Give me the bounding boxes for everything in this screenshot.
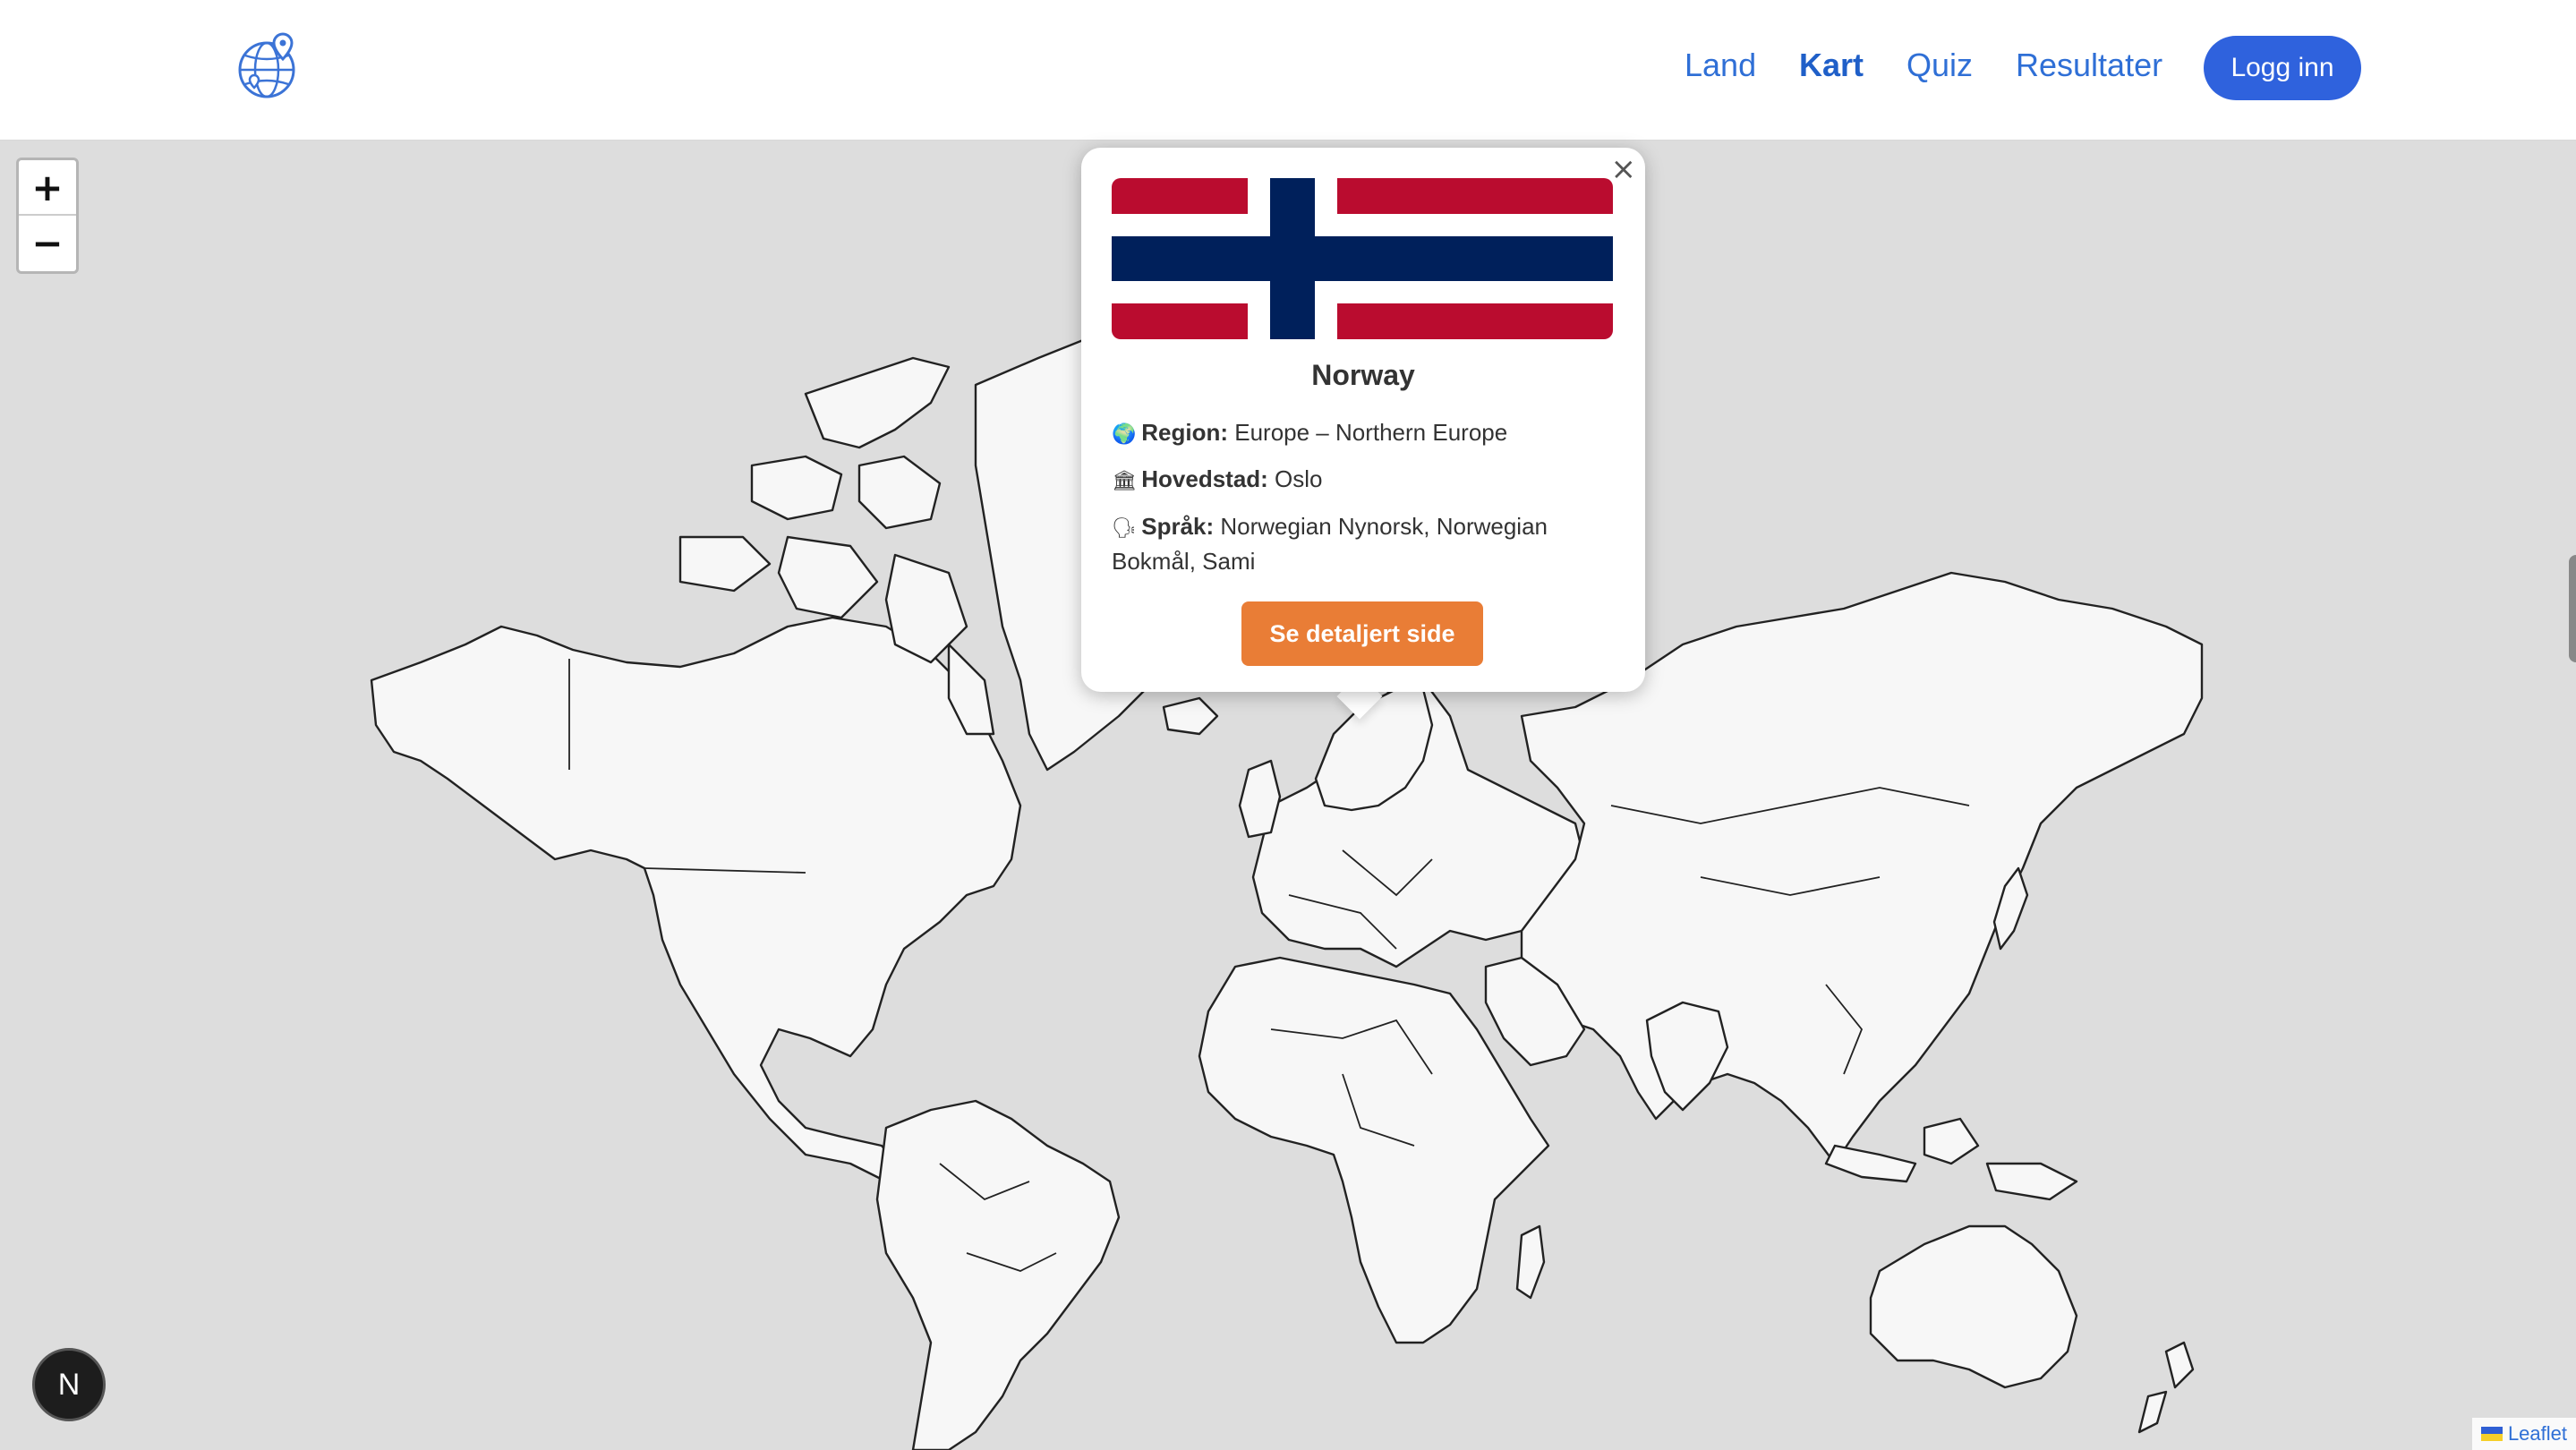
ukraine-flag-icon: [2480, 1427, 2503, 1441]
nav-link-quiz[interactable]: Quiz: [1906, 47, 1973, 84]
flag-image: [1112, 178, 1613, 339]
capital-row: 🏛 Hovedstad: Oslo: [1112, 463, 1622, 498]
building-icon: 🏛: [1112, 470, 1137, 492]
north-america-landmass: [370, 616, 1022, 1183]
map-attribution[interactable]: Leaflet: [2471, 1418, 2576, 1450]
nav-link-kart[interactable]: Kart: [1799, 47, 1864, 84]
dev-tools-badge[interactable]: N: [32, 1348, 106, 1421]
zoom-in-button[interactable]: +: [19, 160, 76, 216]
side-panel-handle[interactable]: [2569, 555, 2576, 662]
globe-pin-icon[interactable]: [236, 30, 304, 100]
nav-link-land[interactable]: Land: [1685, 47, 1756, 84]
login-button[interactable]: Logg inn: [2204, 36, 2361, 100]
country-name: Norway: [1311, 359, 1415, 391]
zoom-control: + −: [16, 158, 79, 274]
madagascar: [1515, 1224, 1546, 1300]
indonesia: [1824, 1144, 1917, 1183]
detail-page-button[interactable]: Se detaljert side: [1241, 601, 1483, 666]
close-icon[interactable]: ×: [1611, 151, 1637, 187]
australia: [1869, 1224, 2078, 1389]
globe-icon: 🌍: [1112, 423, 1137, 446]
arctic-islands: [804, 356, 951, 449]
language-row: 🗣 Språk: Norwegian Nynorsk, Norwegian Bo…: [1112, 513, 1548, 575]
new-zealand: [2164, 1341, 2195, 1389]
region-row: 🌍 Region: Europe – Northern Europe: [1112, 416, 1622, 451]
iceland: [1162, 696, 1219, 736]
top-navbar: Land Kart Quiz Resultater Logg inn: [0, 0, 2576, 141]
south-america: [875, 1099, 1121, 1450]
zoom-out-button[interactable]: −: [19, 216, 76, 269]
speech-icon: 🗣: [1112, 517, 1137, 540]
nav-link-resultater[interactable]: Resultater: [2016, 47, 2162, 84]
